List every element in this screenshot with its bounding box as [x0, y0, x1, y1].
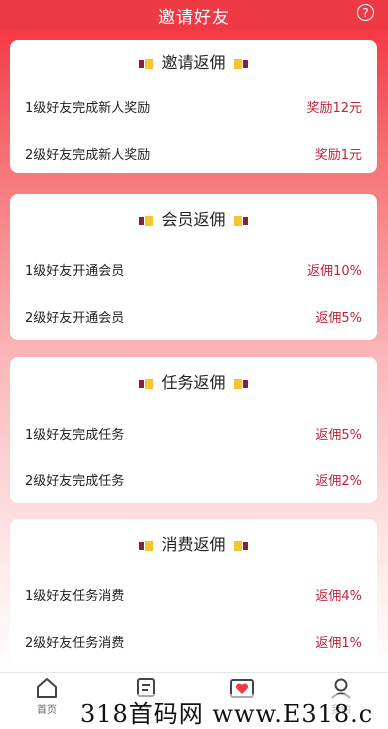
ribbon-left-icon [139, 58, 154, 69]
card-consume-rebate: 消费返佣 1级好友任务消费 返佣4% 2级好友任务消费 返佣1% [10, 519, 377, 665]
row-label: 2级好友开通会员 [25, 311, 125, 326]
ribbon-left-icon [139, 378, 154, 389]
row-label: 2级好友完成新人奖励 [25, 148, 151, 163]
card-title: 任务返佣 [10, 369, 377, 393]
row-value: 返佣1% [315, 636, 362, 651]
ribbon-right-icon [233, 540, 248, 551]
row-label: 1级好友完成新人奖励 [25, 101, 151, 116]
row-label: 1级好友任务消费 [25, 589, 125, 604]
row-value: 返佣2% [315, 474, 362, 489]
row-label: 1级好友开通会员 [25, 264, 125, 279]
ribbon-left-icon [139, 540, 154, 551]
row-label: 1级好友完成任务 [25, 428, 125, 443]
card-title: 会员返佣 [10, 206, 377, 230]
row-label: 2级好友任务消费 [25, 636, 125, 651]
card-invite-rebate: 邀请返佣 1级好友完成新人奖励 奖励12元 2级好友完成新人奖励 奖励1元 [10, 40, 377, 173]
list-item: 2级好友任务消费 返佣1% [25, 629, 362, 653]
ribbon-right-icon [233, 215, 248, 226]
ribbon-right-icon [233, 378, 248, 389]
row-value: 返佣5% [315, 428, 362, 443]
card-member-rebate: 会员返佣 1级好友开通会员 返佣10% 2级好友开通会员 返佣5% [10, 194, 377, 340]
card-title: 邀请返佣 [10, 49, 377, 73]
card-task-rebate: 任务返佣 1级好友完成任务 返佣5% 2级好友完成任务 返佣2% [10, 357, 377, 503]
help-icon[interactable]: ? [357, 4, 374, 21]
ribbon-left-icon [139, 215, 154, 226]
list-item: 2级好友完成任务 返佣2% [25, 467, 362, 491]
list-item: 1级好友完成新人奖励 奖励12元 [25, 94, 362, 118]
row-value: 返佣5% [315, 311, 362, 326]
row-value: 返佣10% [307, 264, 362, 279]
watermark: 318首码网 www.E318.c [80, 694, 374, 729]
ribbon-right-icon [233, 58, 248, 69]
row-value: 奖励1元 [314, 148, 362, 163]
card-title-text: 会员返佣 [161, 210, 226, 229]
card-title: 消费返佣 [10, 531, 377, 555]
rebate-list: 邀请返佣 1级好友完成新人奖励 奖励12元 2级好友完成新人奖励 奖励1元 会员… [0, 30, 388, 672]
list-item: 1级好友开通会员 返佣10% [25, 257, 362, 281]
list-item: 1级好友完成任务 返佣5% [25, 421, 362, 445]
row-value: 返佣4% [315, 589, 362, 604]
row-label: 2级好友完成任务 [25, 474, 125, 489]
row-value: 奖励12元 [306, 101, 362, 116]
card-title-text: 消费返佣 [161, 535, 226, 554]
app-header: 邀请好友 ? [0, 0, 388, 30]
list-item: 2级好友完成新人奖励 奖励1元 [25, 141, 362, 165]
home-icon [37, 678, 57, 698]
tab-home[interactable]: 首页 [17, 677, 77, 716]
tab-label: 首页 [37, 705, 57, 716]
list-item: 2级好友开通会员 返佣5% [25, 304, 362, 328]
page-title: 邀请好友 [158, 8, 230, 28]
card-title-text: 邀请返佣 [161, 53, 226, 72]
list-item: 1级好友任务消费 返佣4% [25, 582, 362, 606]
card-title-text: 任务返佣 [161, 373, 226, 392]
